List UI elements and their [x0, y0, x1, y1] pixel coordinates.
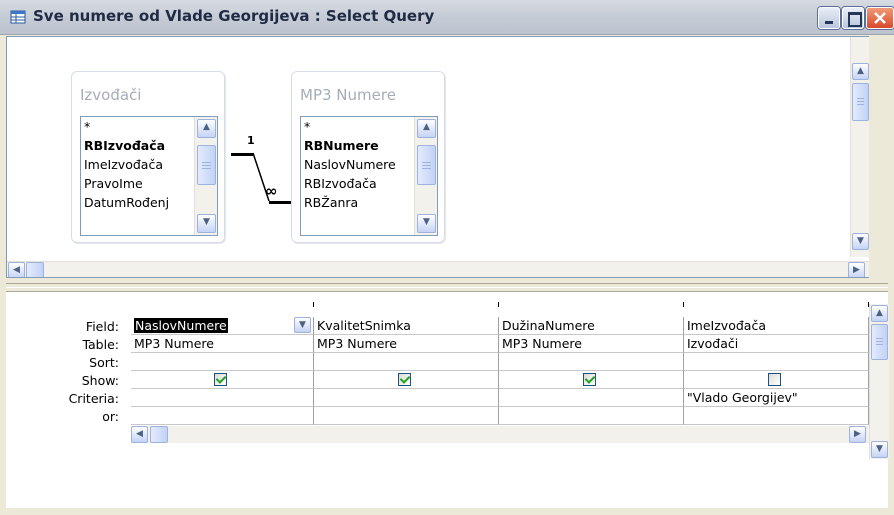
scroll-down-button[interactable]: ▼ [871, 441, 888, 458]
grid-criteria-cell[interactable] [314, 389, 499, 407]
column-selector[interactable] [131, 302, 314, 307]
grid-field-cell[interactable]: DužinaNumere [499, 317, 684, 335]
field-item[interactable]: * [304, 119, 414, 134]
scroll-right-button[interactable]: ▶ [849, 426, 866, 443]
design-grid-pane: Field: Table: Sort: Show: Criteria: or: … [6, 292, 889, 508]
field-item[interactable]: RBŽanra [304, 195, 414, 210]
query-design-window: Sve numere od Vlade Georgijeva : Select … [0, 0, 894, 515]
scroll-thumb[interactable] [417, 145, 436, 185]
scroll-left-button[interactable]: ◀ [131, 426, 148, 443]
grid-hscrollbar[interactable]: ◀ ▶ [131, 426, 869, 443]
column-selector[interactable] [684, 302, 869, 307]
show-checkbox[interactable] [583, 373, 596, 386]
grid-or-cell[interactable] [314, 407, 499, 425]
field-dropdown-button[interactable]: ▼ [294, 317, 311, 333]
field-item-primary-key[interactable]: RBNumere [304, 138, 414, 153]
row-label-or: or: [102, 409, 119, 424]
grid-show-cell[interactable] [684, 371, 869, 389]
scroll-up-button[interactable]: ▲ [852, 63, 869, 80]
scroll-thumb[interactable] [26, 262, 44, 277]
show-checkbox[interactable] [214, 373, 227, 386]
scroll-up-button[interactable]: ▲ [871, 305, 888, 322]
grid-show-cell[interactable] [499, 371, 684, 389]
table-box-mp3-numere[interactable]: MP3 Numere * RBNumere NaslovNumere RBIzv… [291, 71, 445, 243]
field-list-scrollbar[interactable]: ▲ ▼ [194, 117, 217, 235]
grid-sort-cell[interactable] [499, 353, 684, 371]
column-selector[interactable] [499, 302, 684, 307]
show-checkbox[interactable] [398, 373, 411, 386]
join-many-label: ∞ [265, 182, 278, 200]
show-checkbox[interactable] [768, 373, 781, 386]
grid-show-cell[interactable] [131, 371, 314, 389]
scroll-left-button[interactable]: ◀ [8, 262, 25, 277]
field-item[interactable]: * [84, 119, 194, 134]
field-item[interactable]: RBIzvođača [304, 176, 414, 191]
row-label-show: Show: [81, 373, 119, 388]
grid-sort-cell[interactable] [314, 353, 499, 371]
table-pane[interactable]: Izvođači * RBIzvođača ImeIzvođača PravoI… [6, 36, 869, 278]
scroll-down-button[interactable]: ▼ [852, 233, 869, 250]
field-item[interactable]: DatumRođenj [84, 195, 194, 210]
field-item[interactable]: ImeIzvođača [84, 157, 194, 172]
grid-table-cell[interactable]: MP3 Numere [314, 335, 499, 353]
grid-sort-cell[interactable] [684, 353, 869, 371]
field-item[interactable]: NaslovNumere [304, 157, 414, 172]
query-icon [10, 10, 26, 24]
table-box-izvodjaci[interactable]: Izvođači * RBIzvođača ImeIzvođača PravoI… [71, 71, 225, 243]
row-label-sort: Sort: [89, 355, 119, 370]
grid-show-cell[interactable] [314, 371, 499, 389]
title-bar[interactable]: Sve numere od Vlade Georgijeva : Select … [0, 0, 894, 35]
grid-vscrollbar[interactable]: ▲ ▼ [869, 304, 889, 459]
close-icon [874, 12, 886, 24]
field-item-primary-key[interactable]: RBIzvođača [84, 138, 194, 153]
grid-sort-cell[interactable] [131, 353, 314, 371]
scroll-thumb[interactable] [150, 426, 168, 443]
scroll-down-button[interactable]: ▼ [197, 214, 216, 233]
grid-table-cell[interactable]: MP3 Numere [131, 335, 314, 353]
minimize-button[interactable] [818, 7, 840, 29]
window-title: Sve numere od Vlade Georgijeva : Select … [33, 7, 435, 25]
scroll-down-button[interactable]: ▼ [417, 214, 436, 233]
grid-field-cell[interactable]: KvalitetSnimka [314, 317, 499, 335]
grid-or-cell[interactable] [499, 407, 684, 425]
scroll-up-button[interactable]: ▲ [197, 119, 216, 138]
grid-criteria-cell[interactable]: "Vlado Georgijev" [684, 389, 869, 407]
join-line-start [231, 153, 253, 156]
row-label-criteria: Criteria: [68, 391, 119, 406]
field-item[interactable]: PravoIme [84, 176, 194, 191]
grid-criteria-cell[interactable] [499, 389, 684, 407]
row-label-table: Table: [82, 337, 119, 352]
table-title[interactable]: MP3 Numere [300, 86, 396, 104]
scroll-thumb[interactable] [871, 324, 888, 360]
grid-field-cell[interactable]: NaslovNumere ▼ [131, 317, 314, 335]
field-list[interactable]: * RBIzvođača ImeIzvođača PravoIme DatumR… [80, 116, 218, 236]
grid-table-cell[interactable]: Izvođači [684, 335, 869, 353]
grid-or-cell[interactable] [131, 407, 314, 425]
close-button[interactable] [866, 7, 894, 29]
scroll-up-button[interactable]: ▲ [417, 119, 436, 138]
pane-splitter[interactable] [6, 283, 888, 292]
maximize-button[interactable] [842, 7, 864, 29]
scroll-thumb[interactable] [852, 83, 869, 121]
column-selector[interactable] [314, 302, 499, 307]
scroll-right-button[interactable]: ▶ [848, 262, 865, 277]
table-pane-hscrollbar[interactable]: ◀ ▶ [7, 261, 869, 277]
scroll-thumb[interactable] [197, 145, 216, 185]
join-one-label: 1 [247, 134, 255, 147]
grid-or-cell[interactable] [684, 407, 869, 425]
field-list[interactable]: * RBNumere NaslovNumere RBIzvođača RBŽan… [300, 116, 438, 236]
table-pane-vscrollbar[interactable]: ▲ ▼ [850, 37, 869, 257]
grid-field-cell[interactable]: ImeIzvođača [684, 317, 869, 335]
table-title[interactable]: Izvođači [80, 86, 141, 104]
field-list-scrollbar[interactable]: ▲ ▼ [414, 117, 437, 235]
row-label-field: Field: [85, 319, 119, 334]
field-value[interactable]: NaslovNumere [134, 318, 228, 333]
grid-table-cell[interactable]: MP3 Numere [499, 335, 684, 353]
join-line-end [269, 201, 291, 204]
grid-criteria-cell[interactable] [131, 389, 314, 407]
